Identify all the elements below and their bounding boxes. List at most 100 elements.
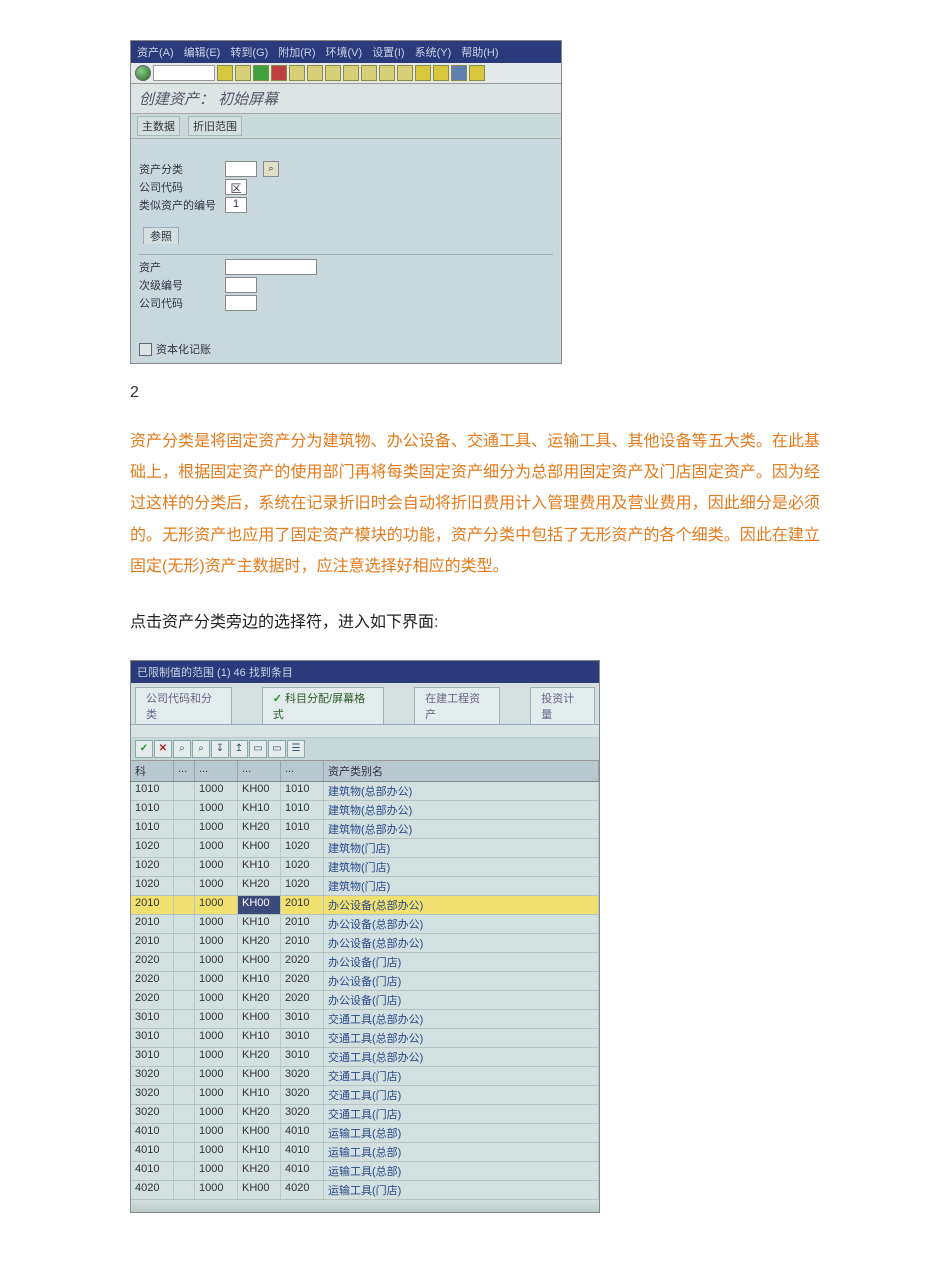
close-icon[interactable]: ✕ (154, 740, 172, 758)
table-row[interactable]: 10101000KH201010建筑物(总部办公) (131, 820, 599, 839)
table-row[interactable]: 40201000KH004020运输工具(门店) (131, 1181, 599, 1200)
tab-body-spacer (131, 725, 599, 738)
page-number: 2 (130, 384, 820, 402)
table-row[interactable]: 10201000KH101020建筑物(门店) (131, 858, 599, 877)
table-row[interactable]: 40101000KH104010运输工具(总部) (131, 1143, 599, 1162)
table-row[interactable]: 30201000KH003020交通工具(门店) (131, 1067, 599, 1086)
table-row[interactable]: 20201000KH202020办公设备(门店) (131, 991, 599, 1010)
command-field[interactable] (153, 65, 215, 81)
col-header-d1[interactable]: ... (174, 761, 195, 781)
print-icon[interactable]: ▭ (268, 740, 286, 758)
menu-item[interactable]: 环境(V) (326, 44, 363, 60)
menu-item[interactable]: 附加(R) (278, 44, 315, 60)
table-row[interactable]: 20201000KH002020办公设备(门店) (131, 953, 599, 972)
screen-title: 创建资产： 初始屏幕 (131, 84, 561, 114)
app-toolbar: 主数据 折旧范围 (131, 114, 561, 139)
layout-icon[interactable] (469, 65, 485, 81)
menu-item[interactable]: 编辑(E) (184, 44, 221, 60)
table-row[interactable]: 30201000KH203020交通工具(门店) (131, 1105, 599, 1124)
search-tab[interactable]: 在建工程资产 (414, 687, 500, 724)
capitalization-label: 资本化记账 (156, 341, 211, 357)
table-row[interactable]: 20101000KH002010办公设备(总部办公) (131, 896, 599, 915)
next-page-icon[interactable] (379, 65, 395, 81)
col-header-k[interactable]: 科 (131, 761, 174, 781)
table-row[interactable]: 30101000KH203010交通工具(总部办公) (131, 1048, 599, 1067)
menu-item[interactable]: 设置(I) (372, 44, 404, 60)
table-row[interactable]: 10101000KH001010建筑物(总部办公) (131, 782, 599, 801)
search-tab[interactable]: ✓科目分配/屏幕格式 (262, 687, 384, 724)
table-row[interactable]: 40101000KH004010运输工具(总部) (131, 1124, 599, 1143)
tab-strip: 公司代码和分类 ✓科目分配/屏幕格式在建工程资产投资计量 (131, 683, 599, 725)
search-next-icon[interactable]: ⌕ (192, 740, 210, 758)
table-row[interactable]: 10201000KH201020建筑物(门店) (131, 877, 599, 896)
find-icon[interactable] (307, 65, 323, 81)
list-fade (131, 1200, 599, 1212)
table-row[interactable]: 20101000KH102010办公设备(总部办公) (131, 915, 599, 934)
personal-list-icon[interactable]: ☰ (287, 740, 305, 758)
menu-item[interactable]: 系统(Y) (415, 44, 452, 60)
help-icon[interactable] (451, 65, 467, 81)
similar-assets-input[interactable]: 1 (225, 197, 247, 213)
sap-create-asset-screenshot: 资产(A) 编辑(E) 转到(G) 附加(R) 环境(V) 设置(I) 系统(Y) 帮助(H)… (130, 40, 562, 364)
ref-asset-label: 资产 (139, 259, 219, 275)
check-icon: ✓ (273, 693, 282, 705)
search-icon[interactable]: ⌕ (173, 740, 191, 758)
table-row[interactable]: 30101000KH003010交通工具(总部办公) (131, 1010, 599, 1029)
last-page-icon[interactable] (397, 65, 413, 81)
table-row[interactable]: 10201000KH001020建筑物(门店) (131, 839, 599, 858)
sap-value-list-screenshot: 已限制值的范围 (1) 46 找到条目 公司代码和分类✓科目分配/屏幕格式在建工… (130, 660, 600, 1213)
asset-class-description: 资产分类是将固定资产分为建筑物、办公设备、交通工具、运输工具、其他设备等五大类。… (130, 426, 820, 582)
sort-desc-icon[interactable]: ↥ (230, 740, 248, 758)
menu-item[interactable]: 资产(A) (137, 44, 174, 60)
exit-icon[interactable] (253, 65, 269, 81)
ref-company-label: 公司代码 (139, 295, 219, 311)
search-tab[interactable]: 公司代码和分类 (135, 687, 232, 724)
cancel-icon[interactable] (271, 65, 287, 81)
form-body: 资产分类 ⌕ 公司代码 区 类似资产的编号 1 参照 资产 次级编号 (131, 139, 561, 363)
list-header: 科 ... ... ... ... 资产类别名 (131, 761, 599, 782)
save-icon[interactable] (217, 65, 233, 81)
first-page-icon[interactable] (343, 65, 359, 81)
col-header-c3[interactable]: ... (281, 761, 324, 781)
similar-assets-label: 类似资产的编号 (139, 197, 219, 213)
new-session-icon[interactable] (415, 65, 431, 81)
depr-area-button[interactable]: 折旧范围 (188, 116, 242, 136)
search-tab[interactable]: 投资计量 (530, 687, 595, 724)
capitalization-checkbox[interactable] (139, 343, 152, 356)
reference-tab[interactable]: 参照 (143, 227, 179, 244)
table-row[interactable]: 10101000KH101010建筑物(总部办公) (131, 801, 599, 820)
asset-class-input[interactable] (225, 161, 257, 177)
table-row[interactable]: 20201000KH102020办公设备(门店) (131, 972, 599, 991)
ref-asset-input[interactable] (225, 259, 317, 275)
ref-subnum-input[interactable] (225, 277, 257, 293)
instruction-text: 点击资产分类旁边的选择符，进入如下界面: (130, 608, 820, 638)
shortcut-icon[interactable] (433, 65, 449, 81)
print-icon[interactable] (289, 65, 305, 81)
table-row[interactable]: 40101000KH204010运输工具(总部) (131, 1162, 599, 1181)
ref-company-input[interactable] (225, 295, 257, 311)
prev-page-icon[interactable] (361, 65, 377, 81)
col-header-c1[interactable]: ... (195, 761, 238, 781)
asset-class-label: 资产分类 (139, 161, 219, 177)
enter-icon[interactable] (135, 65, 151, 81)
menu-bar: 资产(A) 编辑(E) 转到(G) 附加(R) 环境(V) 设置(I) 系统(Y) 帮助(H) (131, 41, 561, 63)
search-help-icon[interactable]: ⌕ (263, 161, 279, 177)
col-header-name[interactable]: 资产类别名 (324, 761, 599, 781)
company-code-label: 公司代码 (139, 179, 219, 195)
list-toolbar: ✓ ✕ ⌕ ⌕ ↧ ↥ ▭ ▭ ☰ (131, 738, 599, 761)
list-body: 10101000KH001010建筑物(总部办公)10101000KH10101… (131, 782, 599, 1200)
reference-group: 资产 次级编号 公司代码 (139, 254, 553, 311)
menu-item[interactable]: 转到(G) (230, 44, 268, 60)
company-code-input[interactable]: 区 (225, 179, 247, 195)
accept-icon[interactable]: ✓ (135, 740, 153, 758)
table-row[interactable]: 30201000KH103020交通工具(门店) (131, 1086, 599, 1105)
find-next-icon[interactable] (325, 65, 341, 81)
col-header-c2[interactable]: ... (238, 761, 281, 781)
export-icon[interactable]: ▭ (249, 740, 267, 758)
sort-asc-icon[interactable]: ↧ (211, 740, 229, 758)
table-row[interactable]: 30101000KH103010交通工具(总部办公) (131, 1029, 599, 1048)
back-icon[interactable] (235, 65, 251, 81)
table-row[interactable]: 20101000KH202010办公设备(总部办公) (131, 934, 599, 953)
menu-item[interactable]: 帮助(H) (461, 44, 498, 60)
master-data-button[interactable]: 主数据 (137, 116, 180, 136)
